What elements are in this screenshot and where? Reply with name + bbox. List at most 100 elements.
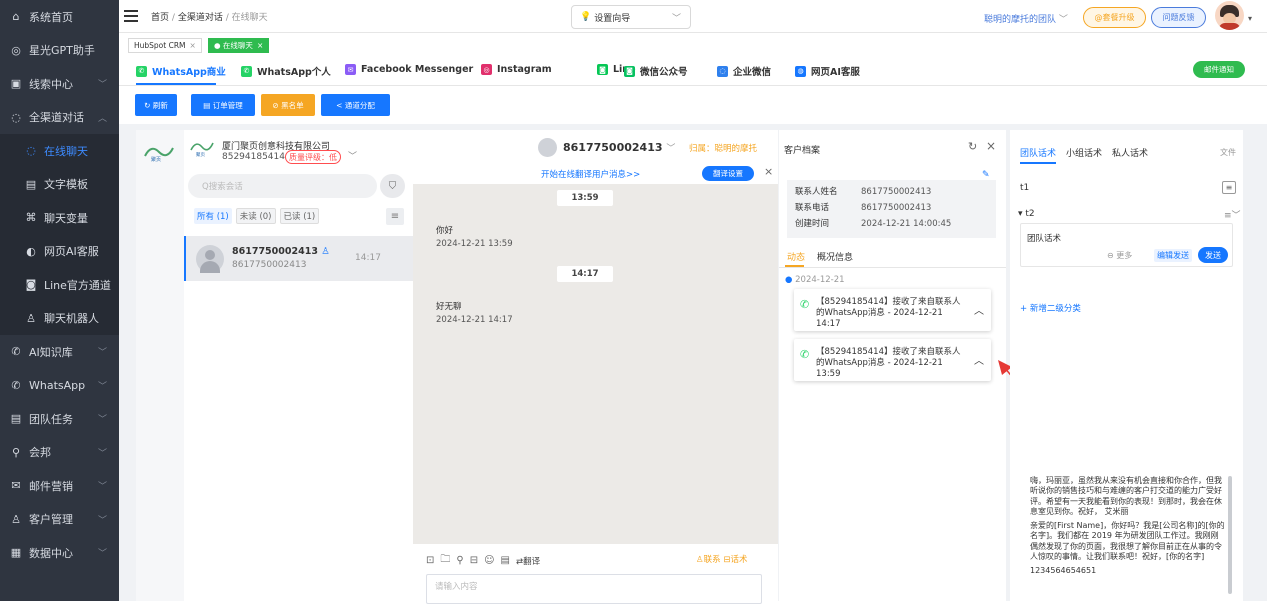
tab-activity[interactable]: 动态 [787,250,805,263]
list-icon[interactable]: ≡ [1222,181,1236,194]
refresh-button[interactable]: ↻ 刷新 [135,94,177,116]
conversation-list-item[interactable]: 8617750002413 ♙ 8617750002413 14:17 [184,236,413,281]
tab-channel-web-ai[interactable]: ◍ 网页AI客服 [795,64,860,78]
breadcrumb-section[interactable]: 全渠道对话 [178,13,223,23]
chevron-down-icon: ﹀ [97,80,107,91]
refresh-icon[interactable]: ↻ [968,140,977,153]
sidebar-item-whatsapp[interactable]: ✆ WhatsApp ﹀ [0,369,119,403]
filter-all[interactable]: 所有 (1) [194,208,232,224]
menu-chevron-icon[interactable]: ≡﹀ [1224,208,1241,221]
attach-icon[interactable]: ⚲ [456,555,463,566]
send-button[interactable]: 发送 [1198,247,1228,263]
add-category-link[interactable]: + 新增二级分类 [1020,302,1081,314]
tab-channel-whatsapp-business[interactable]: ✆ WhatsApp商业 [136,64,226,78]
contact-link[interactable]: ♙联系 [696,555,721,565]
scrollbar[interactable] [1228,476,1232,594]
sidebar-item-ai-service[interactable]: ◐ 网页AI客服 [0,234,119,268]
tab-channel-wecom[interactable]: ◌ 企业微信 [717,64,771,78]
script-template[interactable]: 亲爱的[First Name]，你好吗？我是[公司名称]的[你的名字]。我们都在… [1030,521,1225,562]
image-icon[interactable]: ⊡ [426,555,434,566]
emoji-icon[interactable]: ☺ [484,555,494,566]
translate-button[interactable]: ⇄翻译 [516,555,540,567]
sidebar-item-variable[interactable]: ⌘ 聊天变量 [0,201,119,235]
tag-hubspot[interactable]: HubSpot CRM × [128,38,202,53]
close-icon[interactable]: × [190,41,196,50]
channel-assign-button[interactable]: < 通道分配 [321,94,390,116]
script-link[interactable]: ⊟话术 [723,555,747,565]
close-icon[interactable]: × [257,41,263,50]
translate-settings-button[interactable]: 翻译设置 [702,166,754,181]
sidebar-item-data[interactable]: ▦ 数据中心 ﹀ [0,536,119,570]
conversation-search-input[interactable]: Q搜索会话 [188,174,377,198]
more-link[interactable]: ⊖ 更多 [1107,250,1132,261]
team-selector[interactable]: 聪明的摩托的团队 ﹀ [984,12,1068,25]
chevron-down-icon: ﹀ [97,415,107,426]
order-manage-button[interactable]: ▤ 订单管理 [191,94,255,116]
sidebar-item-template[interactable]: ▤ 文字模板 [0,167,119,201]
company-logo-icon[interactable]: 聚页 [142,140,178,164]
file-link[interactable]: 文件 [1220,147,1236,158]
filter-icon[interactable]: ⛉ [380,174,405,198]
script-template[interactable]: 嗨，玛丽亚，虽然我从来没有机会直接和你合作，但我听说你的销售技巧和与难缠的客户打… [1030,476,1225,517]
conversation-subtitle: 8617750002413 [232,260,307,270]
web-ai-icon: ◍ [795,65,806,77]
chevron-down-icon[interactable]: ﹀ [348,149,357,162]
chevron-up-icon[interactable]: ︿ [974,302,984,317]
sidebar-item-gpt[interactable]: ◎ 星光GPT助手 [0,34,119,68]
sidebar-item-leads[interactable]: ▣ 线索中心 ﹀ [0,67,119,101]
sidebar-item-knowledge[interactable]: ✆ AI知识库 ﹀ [0,335,119,369]
folder-icon[interactable]: 🗀 [440,552,450,569]
breadcrumb-home[interactable]: 首页 [151,13,169,23]
tag-online-chat[interactable]: ● 在线聊天 × [208,38,270,53]
sidebar-item-chat[interactable]: ◌ 全渠道对话 ︿ [0,101,119,135]
online-chat-icon: ◌ [26,144,36,158]
edit-send-button[interactable]: 编辑发送 [1154,249,1192,262]
mail-notify-button[interactable]: 邮件通知 [1193,61,1245,78]
script-tab[interactable]: 团队话术 [1020,146,1057,164]
sidebar-item-line-channel[interactable]: ◙ Line官方通道 [0,268,119,302]
tab-channel-messenger[interactable]: ✉ Facebook Messenger [345,64,473,75]
message-text: 你好 [436,226,454,236]
sidebar-item-mail[interactable]: ✉ 邮件营销 ﹀ [0,469,119,503]
sidebar-item-robot[interactable]: ♙ 聊天机器人 [0,301,119,335]
list-menu-icon[interactable]: ≡ [386,208,404,225]
customer-profile-panel: 客户档案 ↻ × ✎ 联系人姓名 8617750002413 联系电话 8617750… [779,130,1006,601]
avatar[interactable] [1215,1,1244,30]
whatsapp-icon: ✆ [800,298,810,311]
feedback-button[interactable]: 问题反馈 [1151,7,1206,28]
upgrade-button[interactable]: @套餐升级 [1083,7,1146,28]
caret-down-icon[interactable]: ▾ [1248,14,1252,23]
lightbulb-icon: 💡 [580,12,592,22]
tab-channel-instagram[interactable]: ◎ Instagram [481,64,552,75]
sidebar-item-location[interactable]: ⚲ 会邦 ﹀ [0,436,119,470]
filter-unread[interactable]: 未读 (0) [235,208,276,224]
chevron-up-icon[interactable]: ︿ [974,352,984,367]
blacklist-button[interactable]: ⊘ 黑名单 [261,94,315,116]
activity-text: 【85294185414】接收了来自联系人的WhatsApp消息 - 2024-… [816,347,961,379]
sidebar-item-customer[interactable]: ♙ 客户管理 ﹀ [0,503,119,537]
close-icon[interactable]: × [986,139,996,153]
file-icon[interactable]: ▤ [501,555,510,566]
template-icon[interactable]: ⊟ [470,555,478,566]
script-group-t1[interactable]: t1 [1020,183,1029,193]
tab-channel-wechat-official[interactable]: ◙ 微信公众号 [624,64,688,78]
breadcrumb-current: 在线聊天 [231,13,268,23]
message-input[interactable]: 请输入内容 [426,574,762,604]
sidebar-item-task[interactable]: ▤ 团队任务 ﹀ [0,402,119,436]
start-translate-link[interactable]: 开始在线翻译用户消息>> [541,168,640,180]
script-tab[interactable]: 小组话术 [1066,146,1102,164]
edit-icon[interactable]: ✎ [982,170,990,180]
sidebar-item-label: 系统首页 [29,10,73,24]
sidebar-item-home[interactable]: ⌂ 系统首页 [0,0,119,34]
close-icon[interactable]: × [764,165,773,178]
filter-read[interactable]: 已读 (1) [279,208,320,224]
menu-toggle-icon[interactable] [124,10,138,22]
tab-channel-whatsapp-personal[interactable]: ✆ WhatsApp个人 [241,64,331,78]
script-tab[interactable]: 私人话术 [1112,146,1148,164]
chat-contact[interactable]: 8617750002413 ﹀ [563,141,675,154]
script-group-t2[interactable]: ▾ t2 [1018,209,1035,219]
setup-wizard-select[interactable]: 💡 设置向导 ﹀ [571,5,691,29]
sidebar-item-online-chat[interactable]: ◌ 在线聊天 [0,134,119,168]
tab-overview[interactable]: 概况信息 [817,250,853,263]
script-template[interactable]: 1234564654651 [1030,566,1225,576]
